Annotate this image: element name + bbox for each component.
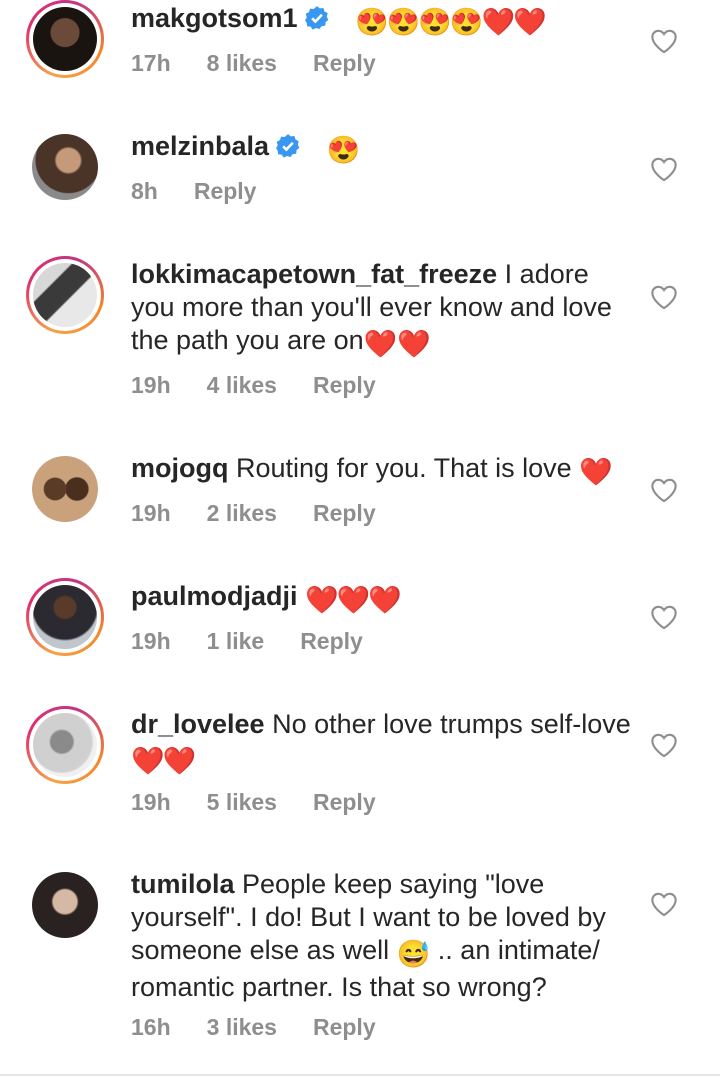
divider <box>0 1074 720 1076</box>
comment-time: 8h <box>131 178 158 204</box>
reply-button[interactable]: Reply <box>313 789 376 815</box>
avatar[interactable] <box>26 128 104 206</box>
comment-time: 19h <box>131 789 171 815</box>
comment-username[interactable]: lokkimacapetown_fat_freeze <box>131 259 497 289</box>
comment-username[interactable]: melzinbala <box>131 131 269 161</box>
heart-outline-icon[interactable] <box>650 891 678 917</box>
avatar[interactable] <box>26 578 104 656</box>
comment-time: 19h <box>131 372 171 398</box>
comment-emojis: ❤️❤️ <box>131 746 196 776</box>
reply-button[interactable]: Reply <box>194 178 257 204</box>
reply-button[interactable]: Reply <box>313 500 376 526</box>
avatar[interactable] <box>26 0 104 78</box>
reply-button[interactable]: Reply <box>300 628 363 654</box>
comment-time: 16h <box>131 1014 171 1040</box>
comment-text: Routing for you. That is love <box>236 453 572 483</box>
heart-outline-icon[interactable] <box>650 732 678 758</box>
comment-likes[interactable]: 8 likes <box>207 50 277 76</box>
comment-emojis: ❤️❤️ <box>363 329 431 359</box>
reply-button[interactable]: Reply <box>313 1014 376 1040</box>
reply-button[interactable]: Reply <box>313 50 376 76</box>
heart-outline-icon[interactable] <box>650 28 678 54</box>
comment-emojis: 😅 <box>396 939 431 969</box>
comment-username[interactable]: mojogq <box>131 453 228 483</box>
comment-username[interactable]: tumilola <box>131 869 235 899</box>
comment-emojis: ❤️ <box>579 457 613 487</box>
comment-username[interactable]: dr_lovelee <box>131 709 265 739</box>
comment-emojis: 😍😍😍😍❤️❤️ <box>355 7 547 37</box>
comment-username[interactable]: makgotsom1 <box>131 3 298 33</box>
comment-time: 19h <box>131 500 171 526</box>
avatar[interactable] <box>26 450 104 528</box>
heart-outline-icon[interactable] <box>650 284 678 310</box>
avatar[interactable] <box>26 706 104 784</box>
comment-text: No other love trumps self-love <box>272 709 631 739</box>
comment-time: 19h <box>131 628 171 654</box>
comment-likes[interactable]: 2 likes <box>207 500 277 526</box>
comment-likes[interactable]: 4 likes <box>207 372 277 398</box>
comment-likes[interactable]: 3 likes <box>207 1014 277 1040</box>
heart-outline-icon[interactable] <box>650 156 678 182</box>
comment-time: 17h <box>131 50 171 76</box>
comment-emojis: 😍 <box>326 135 361 165</box>
comment-likes[interactable]: 1 like <box>207 628 265 654</box>
heart-outline-icon[interactable] <box>650 604 678 630</box>
verified-badge-icon <box>304 6 328 30</box>
comment-username[interactable]: paulmodjadji <box>131 581 298 611</box>
reply-button[interactable]: Reply <box>313 372 376 398</box>
comment-likes[interactable]: 5 likes <box>207 789 277 815</box>
comment-emojis: ❤️❤️❤️ <box>305 585 402 615</box>
avatar[interactable] <box>26 866 104 944</box>
heart-outline-icon[interactable] <box>650 477 678 503</box>
verified-badge-icon <box>276 134 300 158</box>
avatar[interactable] <box>26 256 104 334</box>
